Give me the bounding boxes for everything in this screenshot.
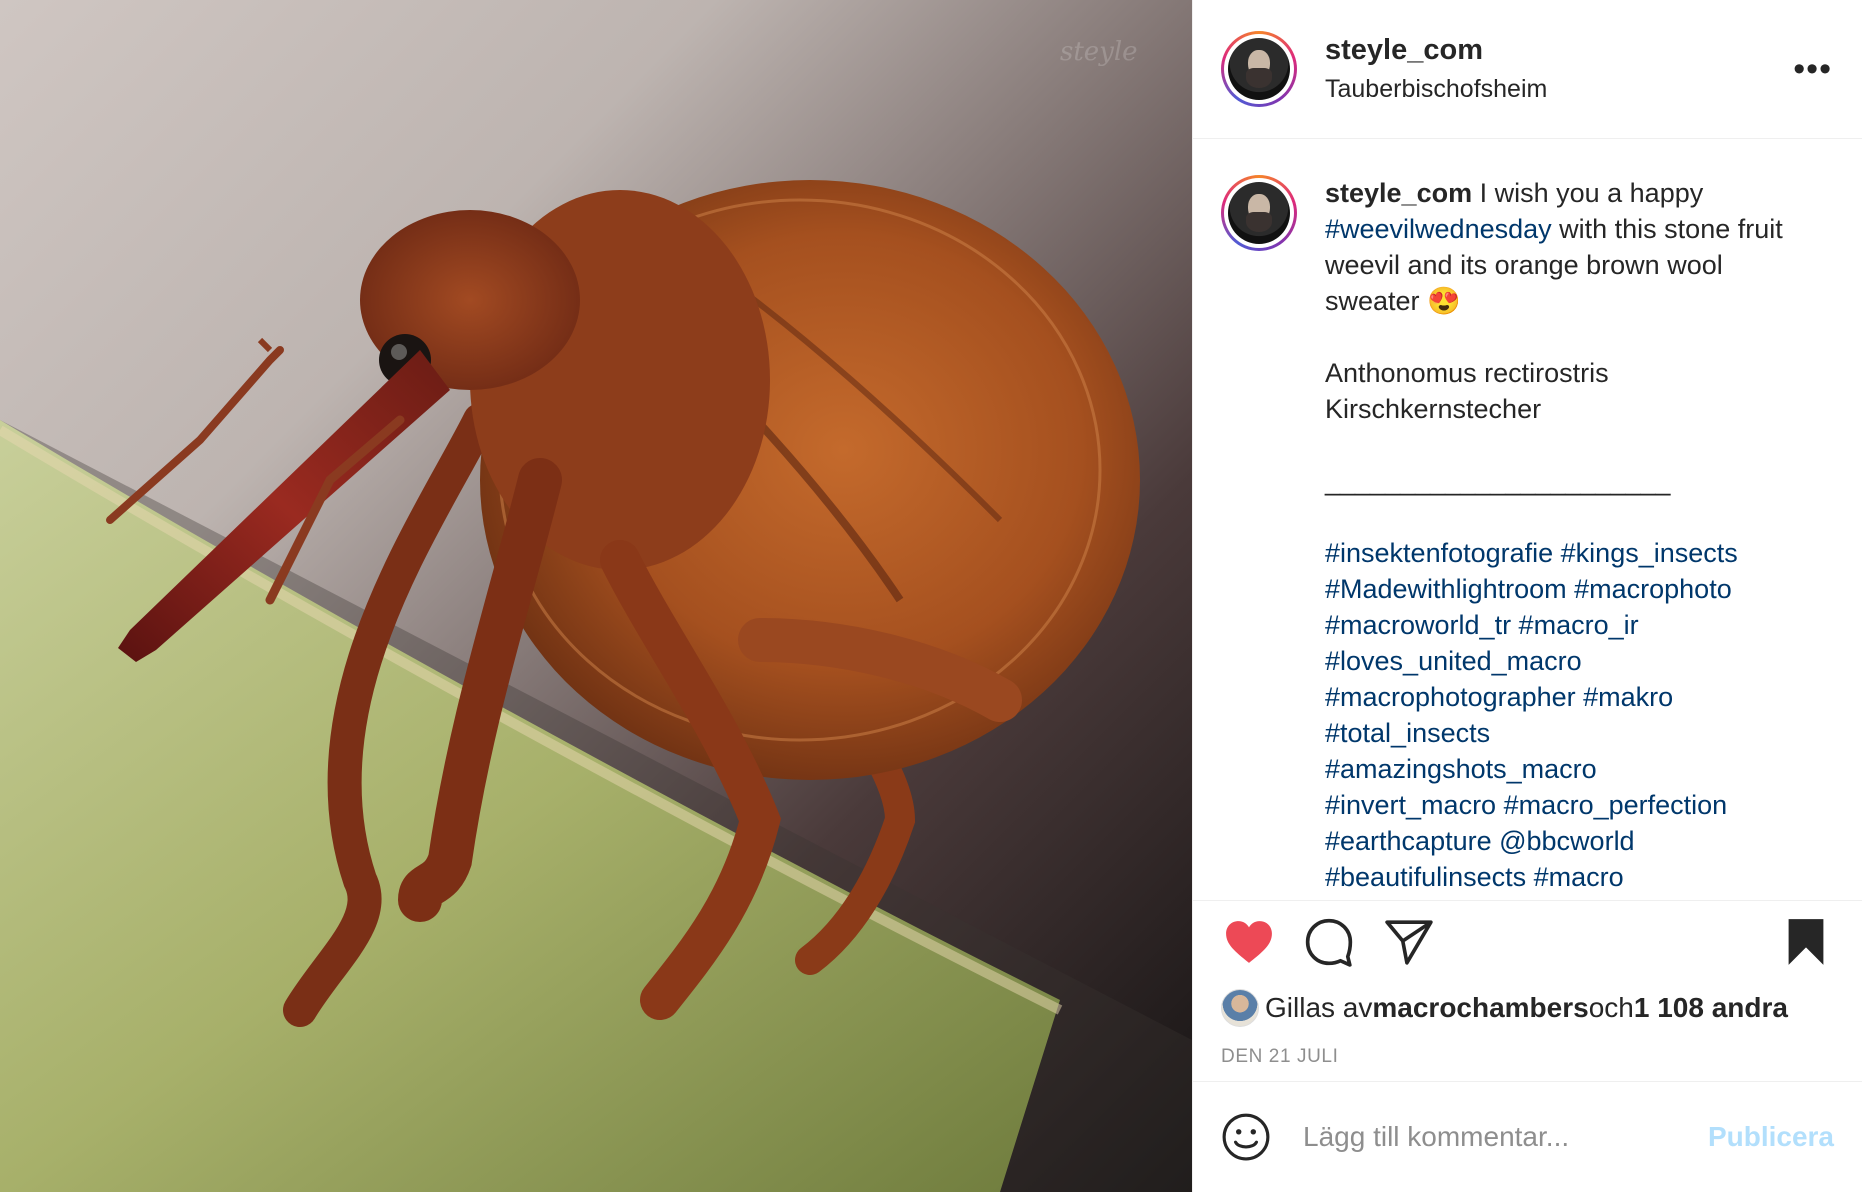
hashtag-line[interactable]: #Madewithlightroom #macrophoto [1325,571,1795,607]
comment-input[interactable] [1301,1120,1708,1154]
hashtag-line[interactable]: #loves_united_macro [1325,643,1795,679]
hashtag-line[interactable]: #macroworld_tr #macro_ir [1325,607,1795,643]
smiley-icon[interactable] [1221,1112,1271,1162]
post-location[interactable]: Tauberbischofsheim [1325,75,1547,104]
instagram-post: steyle steyle_com Tauberbischofsheim •••… [0,0,1862,1192]
liker-avatar [1221,989,1259,1027]
save-button[interactable] [1778,914,1834,970]
paper-plane-icon [1385,920,1433,965]
author-avatar[interactable] [1221,31,1297,107]
likes-count[interactable]: 1 108 andra [1634,992,1788,1024]
caption-author-avatar[interactable] [1221,175,1297,251]
comment-button[interactable] [1301,914,1357,970]
caption-divider: _______________________ [1325,466,1671,496]
post-date[interactable]: DEN 21 JULI [1193,1033,1862,1082]
heart-icon [1226,921,1272,963]
weevil-photo-illustration: steyle [0,37,1192,1192]
author-username[interactable]: steyle_com [1325,34,1547,67]
hashtag-link[interactable]: #weevilwednesday [1325,214,1552,244]
post-sidebar: steyle_com Tauberbischofsheim ••• steyle… [1192,0,1862,1192]
hashtag-line[interactable]: #insektenfotografie #kings_insects [1325,535,1795,571]
post-header: steyle_com Tauberbischofsheim ••• [1193,0,1862,139]
hashtag-line[interactable]: #invert_macro #macro_perfection [1325,787,1795,823]
comments-section: steyle_com I wish you a happy #weevilwed… [1193,139,1862,901]
hashtag-line[interactable]: #macrophotographer #makro [1325,679,1795,715]
bookmark-icon [1788,919,1824,965]
share-button[interactable] [1381,914,1437,970]
post-photo[interactable]: steyle [0,0,1192,1192]
species-german-name: Kirschkernstecher [1325,394,1542,424]
like-button[interactable] [1221,914,1277,970]
speech-bubble-icon [1305,918,1353,967]
watermark: steyle [1060,37,1138,67]
likes-summary[interactable]: Gillas av macrochambers och 1 108 andra [1193,983,1862,1033]
species-latin-name: Anthonomus rectirostris [1325,358,1609,388]
more-options-button[interactable]: ••• [1793,52,1832,86]
hashtag-line[interactable]: #total_insects [1325,715,1795,751]
hashtag-line[interactable]: #beautifulinsects #macro [1325,859,1795,895]
action-bar [1193,901,1862,983]
hashtag-line[interactable]: #amazingshots_macro [1325,751,1795,787]
publish-button[interactable]: Publicera [1708,1121,1834,1153]
post-caption: steyle_com I wish you a happy #weevilwed… [1325,175,1795,900]
hashtag-line[interactable]: #earthcapture @bbcworld [1325,823,1795,859]
author-avatar-image [1228,38,1290,100]
likes-middle: och [1588,992,1634,1023]
caption-username[interactable]: steyle_com [1325,178,1472,208]
liker-username[interactable]: macrochambers [1372,992,1588,1024]
caption-text: I wish you a happy [1472,178,1704,208]
likes-prefix: Gillas av [1265,992,1373,1023]
comment-composer: Publicera [1193,1082,1862,1192]
caption-avatar-image [1228,182,1290,244]
